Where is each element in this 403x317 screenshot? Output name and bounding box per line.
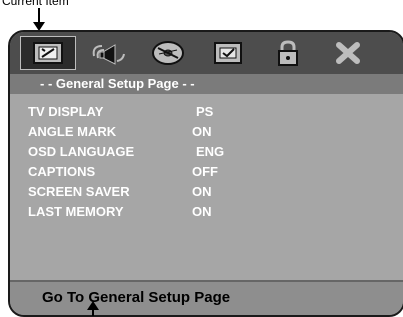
setting-label: SCREEN SAVER bbox=[28, 184, 130, 199]
help-text-pointer-head bbox=[87, 301, 99, 310]
setting-label: LAST MEMORY bbox=[28, 204, 124, 219]
menu-icon-bar bbox=[10, 32, 403, 74]
settings-list: TV DISPLAY PS ANGLE MARK ON OSD LANGUAGE… bbox=[10, 94, 403, 280]
setting-row-tv-display[interactable]: TV DISPLAY PS bbox=[28, 104, 268, 122]
setting-row-last-memory[interactable]: LAST MEMORY ON bbox=[28, 204, 268, 222]
setting-label: CAPTIONS bbox=[28, 164, 96, 179]
setting-value: PS bbox=[196, 104, 214, 119]
setting-row-osd-language[interactable]: OSD LANGUAGE ENG bbox=[28, 144, 268, 162]
setting-label: ANGLE MARK bbox=[28, 124, 117, 139]
setting-row-screen-saver[interactable]: SCREEN SAVER ON bbox=[28, 184, 268, 202]
audio-setup-icon[interactable] bbox=[80, 36, 136, 70]
setting-label: TV DISPLAY bbox=[28, 104, 104, 119]
current-item-callout-label: Current Item bbox=[2, 0, 69, 8]
help-text: Go To General Setup Page bbox=[42, 289, 231, 306]
setting-value: ON bbox=[192, 204, 212, 219]
exit-icon[interactable] bbox=[320, 36, 376, 70]
page-title-text: - - General Setup Page - - bbox=[40, 76, 195, 91]
lock-icon[interactable] bbox=[260, 36, 316, 70]
preference-icon[interactable] bbox=[200, 36, 256, 70]
setting-label: OSD LANGUAGE bbox=[28, 144, 135, 159]
setting-value: OFF bbox=[192, 164, 218, 179]
setting-value: ON bbox=[192, 184, 212, 199]
setting-row-angle-mark[interactable]: ANGLE MARK ON bbox=[28, 124, 268, 142]
help-bar: Go To General Setup Page bbox=[10, 280, 403, 315]
page-title: - - General Setup Page - - bbox=[10, 74, 403, 94]
disc-setup-icon[interactable] bbox=[140, 36, 196, 70]
osd-menu: - - General Setup Page - - TV DISPLAY PS… bbox=[8, 30, 403, 317]
setting-value: ENG bbox=[196, 144, 225, 159]
menu-icons bbox=[20, 36, 393, 70]
general-setup-icon[interactable] bbox=[20, 36, 76, 70]
setting-row-captions[interactable]: CAPTIONS OFF bbox=[28, 164, 268, 182]
setting-value: ON bbox=[192, 124, 212, 139]
